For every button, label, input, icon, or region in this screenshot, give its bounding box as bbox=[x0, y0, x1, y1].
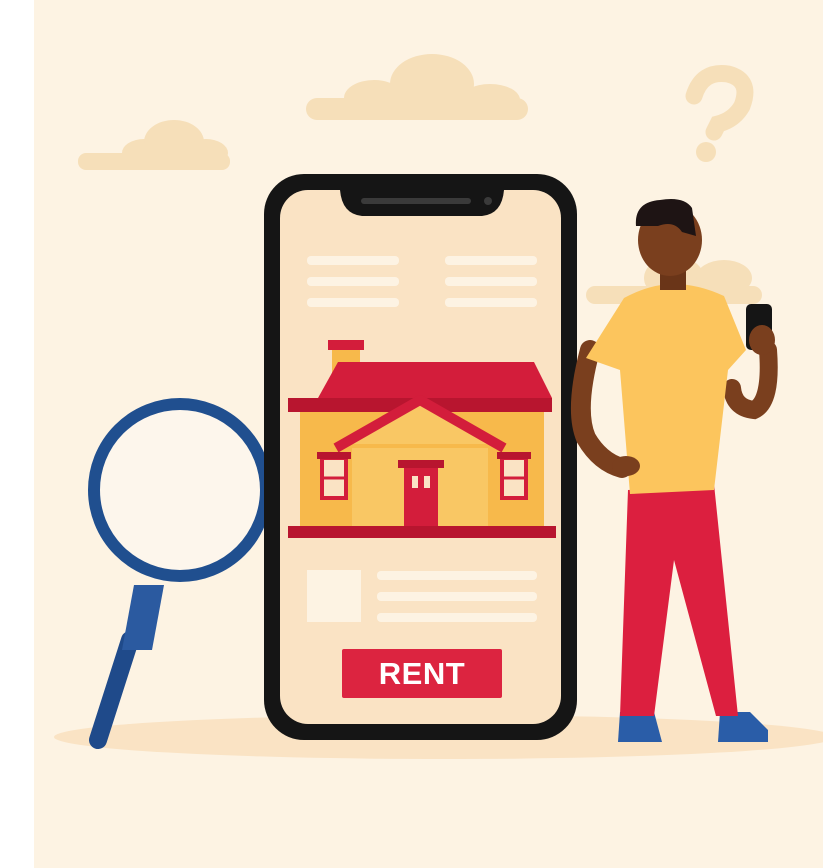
rental-search-illustration bbox=[54, 54, 823, 759]
cloud-left bbox=[78, 120, 230, 170]
rent-button[interactable]: RENT bbox=[342, 649, 502, 698]
cloud-top bbox=[306, 54, 528, 120]
listing-thumbnail bbox=[307, 570, 361, 622]
listing-text-lines bbox=[377, 571, 537, 622]
question-mark-icon bbox=[685, 64, 754, 141]
question-mark-dot bbox=[696, 142, 716, 162]
magnifier-icon bbox=[88, 398, 272, 749]
illustration-canvas: RENT bbox=[34, 0, 823, 868]
